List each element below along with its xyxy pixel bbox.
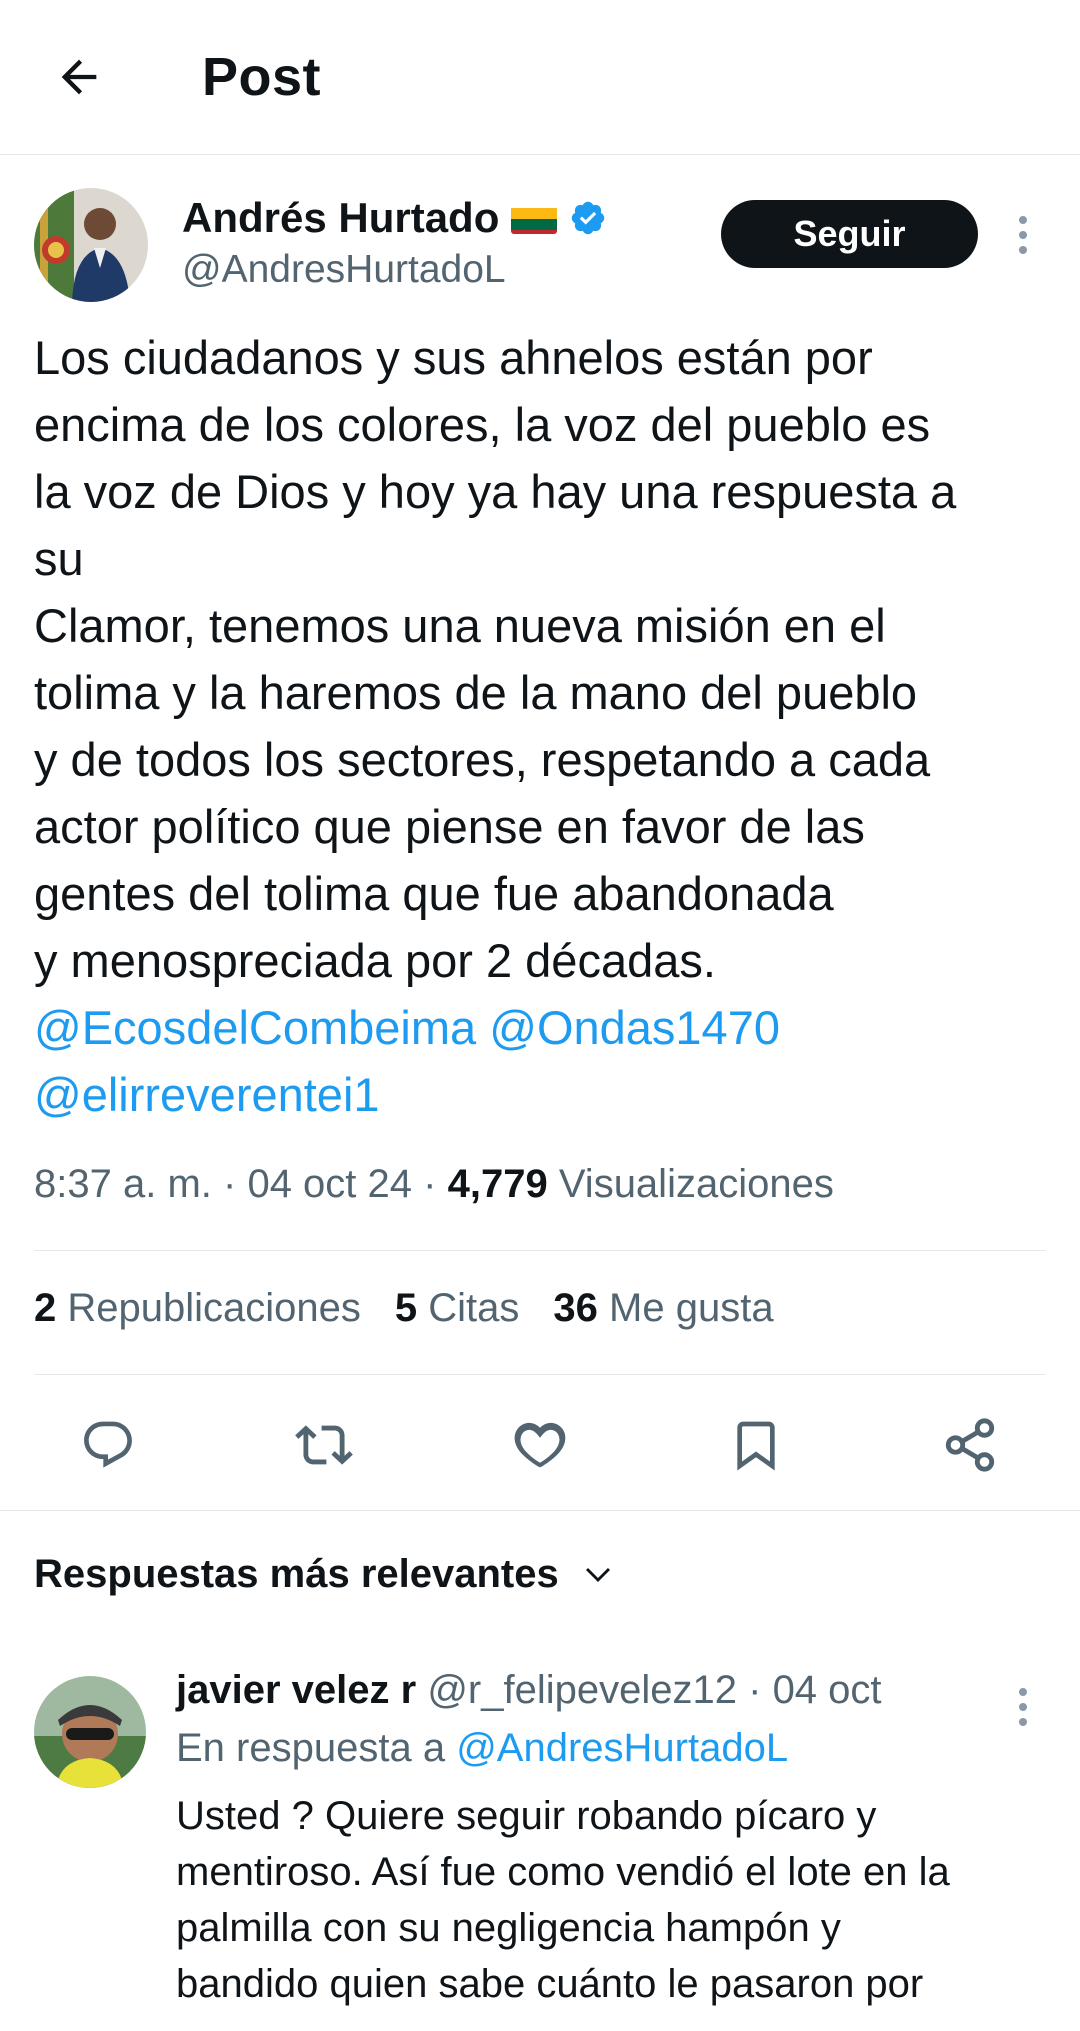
divider [0, 1510, 1080, 1511]
post-text-line: Los ciudadanos y sus ahnelos están por [34, 331, 873, 384]
views-count: 4,779 [447, 1162, 548, 1206]
reply-to-mention[interactable]: @AndresHurtadoL [456, 1726, 788, 1770]
like-icon [514, 1422, 566, 1468]
divider [34, 1374, 1046, 1375]
reply-date: 04 oct [772, 1668, 882, 1712]
author-name-text: Andrés Hurtado [182, 194, 500, 241]
replies-sort-selector[interactable]: Respuestas más relevantes [34, 1552, 615, 1597]
share-button[interactable] [930, 1405, 1010, 1485]
reply-to-line: En respuesta a @AndresHurtadoL [176, 1726, 789, 1770]
reply-text-line: palmilla con su negligencia hampón y [176, 1906, 841, 1950]
post-text-line: actor político que piense en favor de la… [34, 800, 865, 853]
reply-text: Usted ? Quiere seguir robando pícaro y m… [176, 1788, 1056, 2012]
reply-more-icon[interactable] [1008, 1680, 1038, 1734]
flag-icon [511, 202, 558, 234]
verified-icon [569, 199, 607, 237]
post-text: Los ciudadanos y sus ahnelos están por e… [34, 324, 1054, 1128]
reply-header: javier velez r @r_felipevelez12 · 04 oct [176, 1668, 882, 1712]
post-meta: 8:37 a. m. · 04 oct 24 · 4,779 Visualiza… [34, 1162, 834, 1206]
likes-stat[interactable]: 36 Me gusta [553, 1286, 773, 1331]
reply-author-handle[interactable]: @r_felipevelez12 [427, 1668, 737, 1712]
reply-avatar[interactable] [34, 1676, 146, 1788]
post-text-line: y menospreciada por 2 décadas. [34, 934, 716, 987]
author-avatar[interactable] [34, 188, 148, 302]
replies-header: Respuestas más relevantes [34, 1552, 559, 1596]
post-text-line: tolima y la haremos de la mano del puebl… [34, 666, 918, 719]
divider [34, 1250, 1046, 1251]
like-button[interactable] [500, 1405, 580, 1485]
views-label: Visualizaciones [558, 1162, 834, 1206]
page-title: Post [202, 47, 322, 107]
author-handle[interactable]: @AndresHurtadoL [182, 248, 506, 292]
reposts-stat[interactable]: 2 Republicaciones [34, 1286, 361, 1331]
post-text-line: su [34, 532, 84, 585]
top-bar: Post [0, 0, 1080, 155]
author-name[interactable]: Andrés Hurtado [182, 194, 607, 242]
repost-button[interactable] [284, 1405, 364, 1485]
follow-button[interactable]: Seguir [721, 200, 978, 268]
reply-icon [84, 1421, 132, 1468]
reply-text-line: bandido quien sabe cuánto le pasaron por [176, 1962, 924, 2006]
back-button[interactable] [44, 42, 114, 112]
action-bar [0, 1405, 1080, 1485]
repost-icon [295, 1425, 353, 1465]
reply-button[interactable] [68, 1405, 148, 1485]
reply-author-name[interactable]: javier velez r [176, 1668, 416, 1712]
post-time: 8:37 a. m. [34, 1162, 212, 1206]
mention-link[interactable]: @Ondas1470 [489, 1001, 780, 1054]
post-stats: 2 Republicaciones 5 Citas 36 Me gusta [34, 1286, 774, 1331]
post-text-line: gentes del tolima que fue abandonada [34, 867, 834, 920]
post-text-line: Clamor, tenemos una nueva misión en el [34, 599, 886, 652]
more-icon[interactable] [1008, 208, 1038, 262]
bookmark-button[interactable] [716, 1405, 796, 1485]
quotes-stat[interactable]: 5 Citas [395, 1286, 520, 1331]
back-arrow-icon [61, 59, 97, 95]
mention-link[interactable]: @elirreverentei1 [34, 1068, 380, 1121]
post-date: 04 oct 24 [247, 1162, 413, 1206]
mention-link[interactable]: @EcosdelCombeima [34, 1001, 476, 1054]
post-text-line: y de todos los sectores, respetando a ca… [34, 733, 931, 786]
share-icon [945, 1418, 995, 1472]
bookmark-icon [737, 1421, 775, 1471]
chevron-down-icon [585, 1567, 610, 1582]
reply-text-line: mentiroso. Así fue como vendió el lote e… [176, 1850, 950, 1894]
post-text-line: la voz de Dios y hoy ya hay una respuest… [34, 465, 957, 518]
post-text-line: encima de los colores, la voz del pueblo… [34, 398, 931, 451]
reply-text-line: Usted ? Quiere seguir robando pícaro y [176, 1794, 877, 1838]
